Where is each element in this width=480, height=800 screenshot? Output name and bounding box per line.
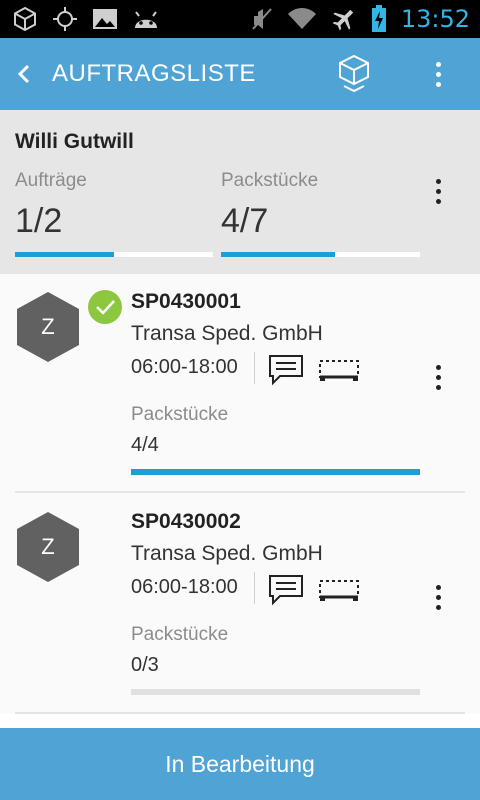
time-window: 06:00-18:00	[131, 576, 238, 598]
order-number: SP0430002	[131, 510, 241, 533]
mute-icon	[252, 8, 272, 30]
status-bar-notifications	[12, 6, 160, 32]
pallet-icon[interactable]	[318, 578, 360, 602]
packages-label: Packstücke	[221, 170, 319, 191]
avatar-letter: Z	[41, 314, 55, 339]
packages-progress	[131, 469, 420, 475]
divider	[15, 712, 465, 714]
in-progress-button[interactable]: In Bearbeitung	[0, 728, 480, 800]
time-window: 06:00-18:00	[131, 356, 238, 378]
cube-notification-icon	[14, 6, 36, 32]
wifi-icon	[287, 8, 316, 29]
order-card[interactable]: Z SP0430002 Transa Sped. GmbH 06:00-18:0…	[0, 494, 480, 714]
packages-progress-fill	[131, 469, 420, 475]
order-number: SP0430001	[131, 290, 241, 313]
status-time: 13:52	[400, 5, 470, 33]
avatar-letter: Z	[41, 534, 55, 559]
divider	[15, 491, 465, 493]
status-bar: 13:52	[0, 0, 480, 38]
battery-charging-icon	[371, 5, 386, 32]
pallet-icon[interactable]	[318, 358, 360, 382]
orders-progress-fill	[15, 252, 114, 257]
android-icon	[135, 11, 157, 28]
packages-progress	[131, 689, 420, 695]
packages-label: Packstücke	[131, 624, 229, 645]
orders-value: 1/2	[15, 202, 63, 240]
order-menu-icon[interactable]	[424, 580, 452, 614]
check-icon	[88, 290, 122, 324]
airplane-icon	[332, 9, 354, 31]
cube-icon[interactable]	[336, 54, 372, 94]
message-icon[interactable]	[268, 574, 304, 606]
overflow-menu-icon[interactable]	[424, 58, 452, 90]
driver-name: Willi Gutwill	[15, 130, 134, 153]
packages-progress	[221, 252, 420, 257]
separator	[254, 352, 255, 384]
packages-label: Packstücke	[131, 404, 229, 425]
back-arrow-icon[interactable]	[12, 60, 36, 88]
order-menu-icon[interactable]	[424, 360, 452, 394]
driver-summary: Willi Gutwill Aufträge 1/2 Packstücke 4/…	[0, 110, 480, 274]
app-bar: AUFTRAGSLISTE	[0, 38, 480, 110]
packages-value: 0/3	[131, 654, 159, 676]
message-icon[interactable]	[268, 354, 304, 386]
summary-menu-icon[interactable]	[424, 174, 452, 208]
gps-icon	[53, 7, 77, 31]
packages-progress-fill	[221, 252, 335, 257]
orders-progress	[15, 252, 213, 257]
packages-value: 4/4	[131, 434, 159, 456]
status-bar-system: 13:52	[251, 4, 470, 34]
orders-label: Aufträge	[15, 170, 87, 191]
packages-value: 4/7	[221, 202, 269, 240]
image-icon	[93, 9, 117, 29]
separator	[254, 572, 255, 604]
page-title: AUFTRAGSLISTE	[52, 60, 256, 87]
company-name: Transa Sped. GmbH	[131, 322, 323, 345]
company-name: Transa Sped. GmbH	[131, 542, 323, 565]
order-card[interactable]: Z SP0430001 Transa Sped. GmbH 06:00-18:0…	[0, 274, 480, 494]
